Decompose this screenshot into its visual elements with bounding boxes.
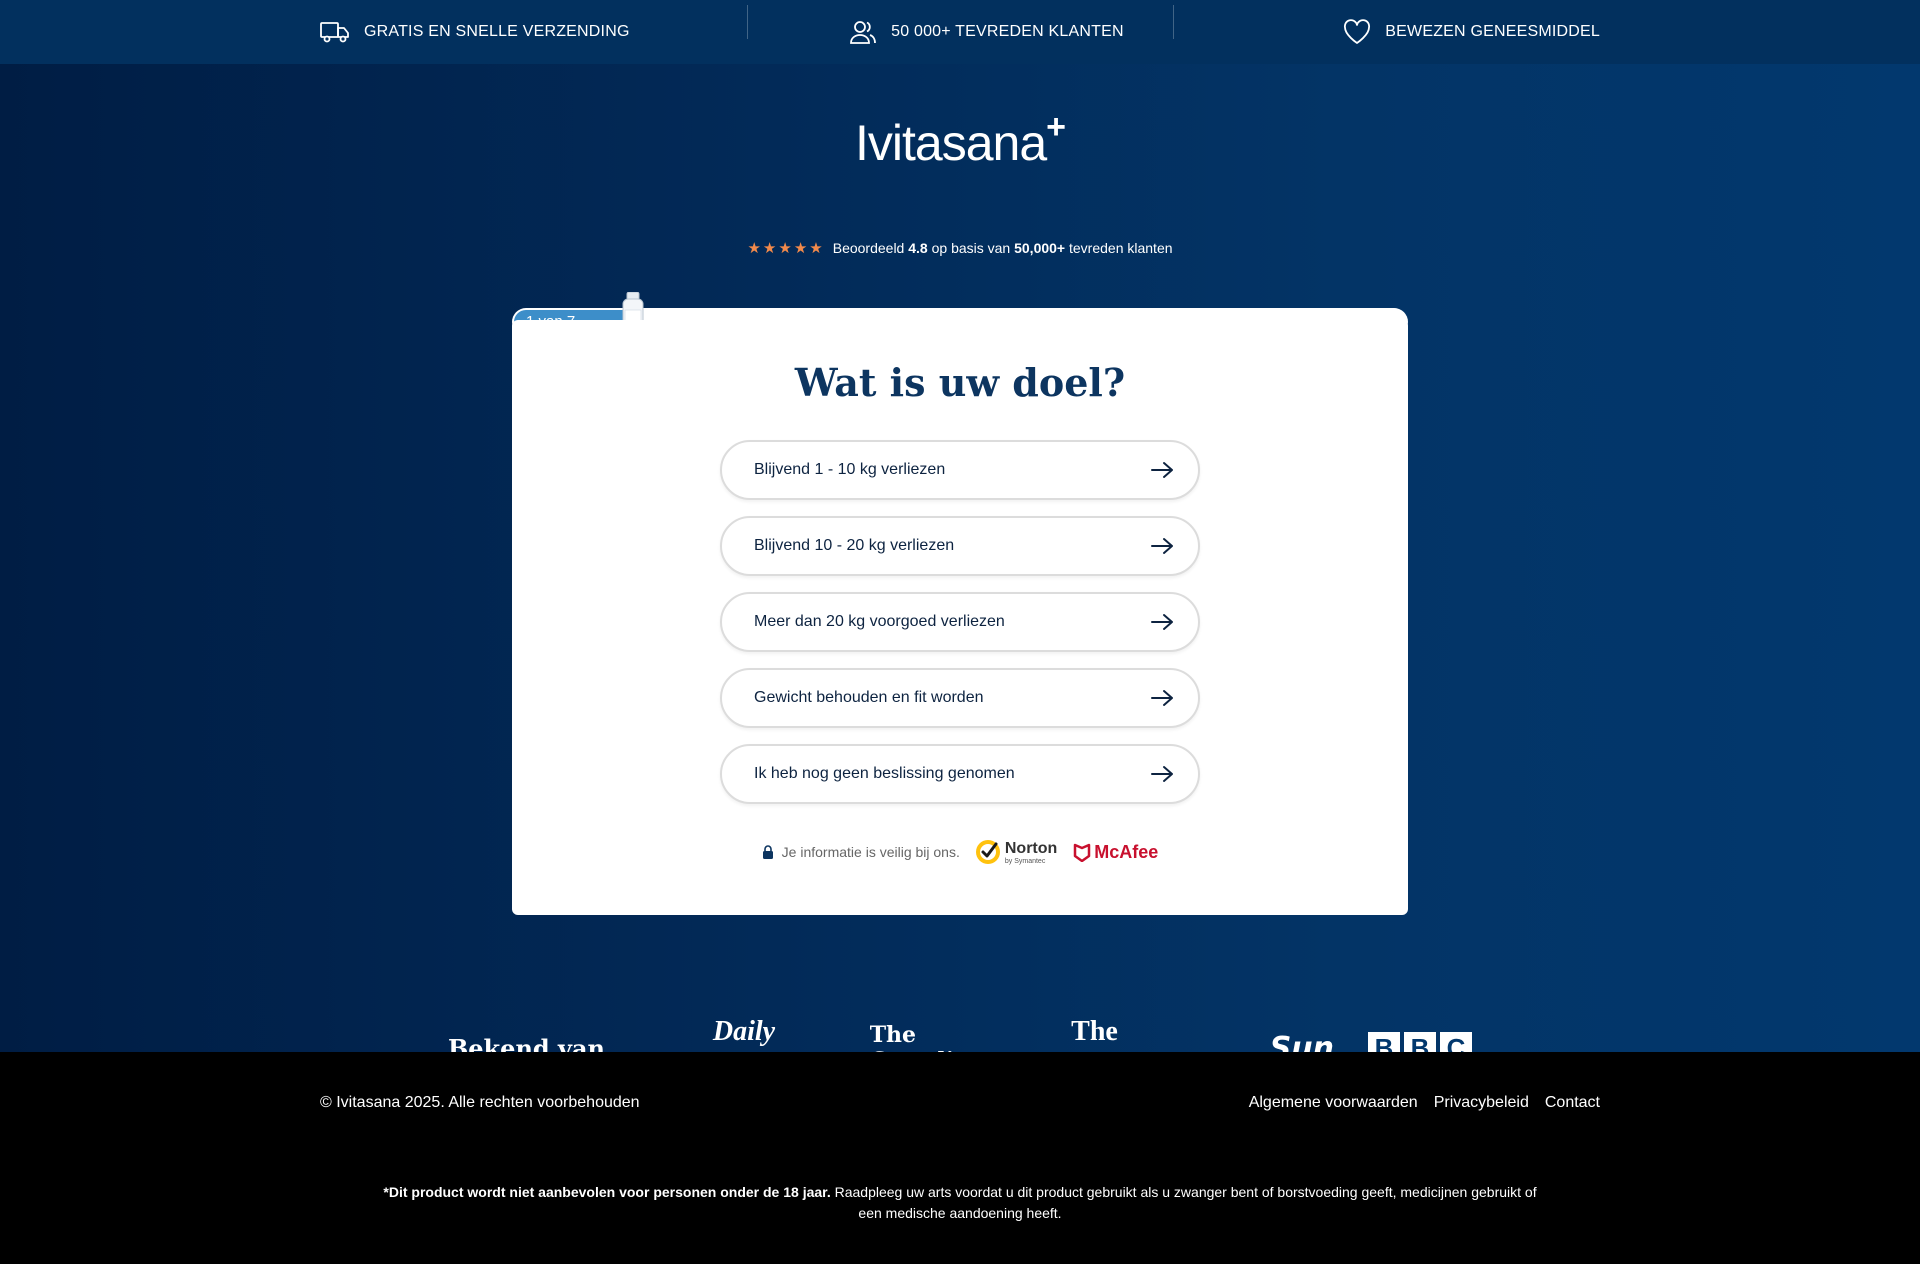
quiz-option-label: Blijvend 10 - 20 kg verliezen: [754, 537, 955, 554]
rating-middle: op basis van: [931, 240, 1011, 256]
topbar-divider: [747, 5, 748, 39]
arrow-right-icon: [1151, 614, 1173, 630]
topbar-item-proven: BEWEZEN GENEESMIDDEL: [1343, 19, 1600, 45]
hero-section: Ivitasana+ ★ ★ ★ ★ ★ Beoordeeld 4.8 op b…: [0, 64, 1920, 1079]
topbar-divider: [1173, 5, 1174, 39]
norton-sub: by Symantec: [1004, 857, 1046, 865]
terms-link[interactable]: Algemene voorwaarden: [1249, 1094, 1418, 1112]
quiz-option[interactable]: Meer dan 20 kg voorgoed verliezen: [720, 592, 1200, 652]
heart-icon: [1344, 19, 1371, 44]
footer-links: Algemene voorwaarden Privacybeleid Conta…: [1249, 1094, 1600, 1112]
footer: © Ivitasana 2025. Alle rechten voorbehou…: [0, 1052, 1920, 1264]
quiz-title: Wat is uw doel?: [794, 360, 1126, 405]
quiz-card: Wat is uw doel? Blijvend 1 - 10 kg verli…: [512, 320, 1408, 915]
rating-stars: ★ ★ ★ ★ ★: [747, 241, 822, 256]
security-note: Je informatie is veilig bij ons. Norton …: [512, 838, 1408, 866]
quiz-option[interactable]: Ik heb nog geen beslissing genomen: [720, 744, 1200, 804]
rating-count: 50,000+: [1014, 240, 1066, 256]
brand-logo[interactable]: Ivitasana+: [0, 108, 1920, 172]
norton-badge: Norton by Symantec: [974, 838, 1057, 866]
rating-summary: ★ ★ ★ ★ ★ Beoordeeld 4.8 op basis van 50…: [0, 240, 1920, 256]
brand-plus: +: [1046, 108, 1066, 146]
privacy-link[interactable]: Privacybeleid: [1434, 1094, 1529, 1112]
rating-suffix: tevreden klanten: [1069, 240, 1173, 256]
topbar-item-shipping: GRATIS EN SNELLE VERZENDING: [320, 20, 630, 44]
star-icon: ★: [778, 239, 792, 257]
quiz-option-label: Meer dan 20 kg voorgoed verliezen: [754, 613, 1005, 630]
topbar-label-shipping: GRATIS EN SNELLE VERZENDING: [364, 23, 630, 40]
mcafee-shield-icon: [1074, 843, 1091, 862]
arrow-right-icon: [1151, 462, 1173, 478]
rating-prefix: Beoordeeld: [832, 240, 905, 256]
topbar-label-proven: BEWEZEN GENEESMIDDEL: [1385, 23, 1600, 40]
rating-score: 4.8: [908, 240, 928, 256]
users-icon: [850, 21, 877, 44]
norton-label: Norton: [1004, 839, 1058, 857]
quiz-option-label: Gewicht behouden en fit worden: [754, 689, 984, 706]
disclaimer-bold: *Dit product wordt niet aanbevolen voor …: [383, 1184, 831, 1200]
copyright: © Ivitasana 2025. Alle rechten voorbehou…: [320, 1094, 640, 1111]
mcafee-label: McAfee: [1094, 841, 1159, 862]
quiz-option[interactable]: Blijvend 10 - 20 kg verliezen: [720, 516, 1200, 576]
contact-link[interactable]: Contact: [1545, 1094, 1600, 1112]
quiz-options: Blijvend 1 - 10 kg verliezen Blijvend 10…: [720, 440, 1200, 820]
disclaimer: *Dit product wordt niet aanbevolen voor …: [380, 1182, 1540, 1224]
star-icon: ★: [747, 239, 761, 257]
truck-icon: [320, 22, 349, 43]
topbar-item-customers: 50 000+ TEVREDEN KLANTEN: [849, 19, 1124, 45]
arrow-right-icon: [1151, 538, 1173, 554]
star-icon: ★: [762, 239, 777, 257]
lock-icon: [762, 844, 773, 859]
arrow-right-icon: [1151, 690, 1173, 706]
arrow-right-icon: [1151, 766, 1173, 782]
rating-text: Beoordeeld 4.8 op basis van 50,000+ tevr…: [833, 240, 1173, 256]
mcafee-badge: McAfee: [1073, 842, 1158, 863]
quiz-option[interactable]: Gewicht behouden en fit worden: [720, 668, 1200, 728]
star-icon: ★: [809, 239, 823, 257]
topbar-label-customers: 50 000+ TEVREDEN KLANTEN: [891, 23, 1124, 40]
quiz-option-label: Ik heb nog geen beslissing genomen: [754, 765, 1015, 782]
top-bar: GRATIS EN SNELLE VERZENDING 50 000+ TEVR…: [0, 0, 1920, 64]
quiz-option-label: Blijvend 1 - 10 kg verliezen: [754, 461, 946, 478]
disclaimer-text: Raadpleeg uw arts voordat u dit product …: [834, 1184, 1537, 1221]
security-text: Je informatie is veilig bij ons.: [781, 844, 960, 860]
norton-check-icon: [975, 840, 1000, 864]
quiz-option[interactable]: Blijvend 1 - 10 kg verliezen: [720, 440, 1200, 500]
star-icon: ★: [793, 239, 808, 257]
brand-name: Ivitasana: [855, 115, 1047, 171]
